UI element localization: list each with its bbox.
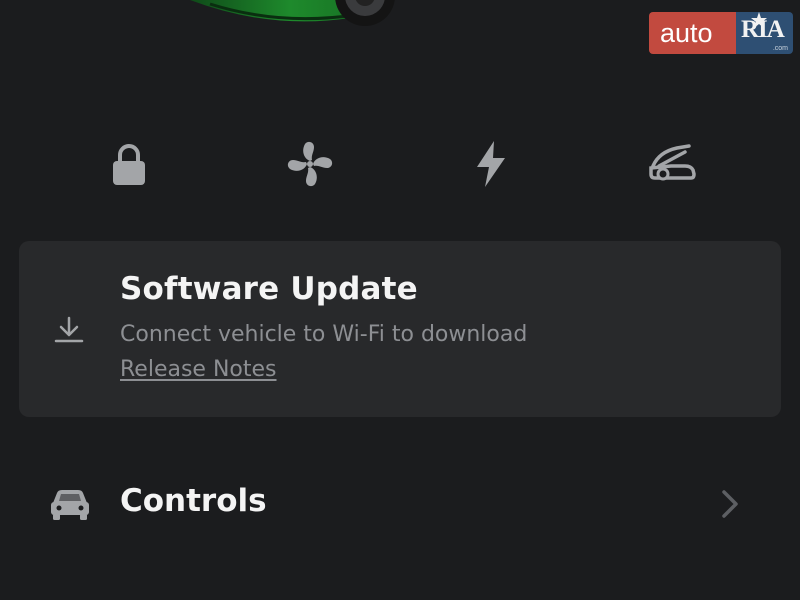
- download-icon: [54, 316, 84, 343]
- release-notes-link[interactable]: Release Notes: [120, 357, 277, 382]
- watermark-logo: auto RIA .com: [649, 12, 793, 54]
- watermark-auto-text: auto: [649, 12, 736, 54]
- watermark-ria-block: RIA .com: [736, 12, 793, 54]
- watermark-ria-text: RIA: [741, 16, 785, 43]
- car-icon: [51, 490, 89, 520]
- frunk-button[interactable]: [642, 136, 702, 192]
- lock-icon: [113, 144, 145, 185]
- lightning-bolt-icon: [477, 141, 505, 187]
- software-update-card[interactable]: Software Update Connect vehicle to Wi-Fi…: [19, 241, 781, 417]
- software-update-subtitle: Connect vehicle to Wi-Fi to download: [120, 322, 528, 347]
- app-screen: auto RIA .com Software Update Connect ve…: [0, 0, 800, 600]
- vehicle-image: [190, 0, 395, 26]
- quick-controls-bar: [0, 136, 800, 192]
- software-update-title: Software Update: [120, 271, 418, 307]
- frunk-icon: [649, 144, 696, 181]
- watermark-domain-text: .com: [772, 45, 788, 52]
- controls-label: Controls: [120, 483, 267, 519]
- lock-button[interactable]: [99, 136, 159, 192]
- charge-button[interactable]: [461, 136, 521, 192]
- climate-button[interactable]: [280, 136, 340, 192]
- controls-menu-item[interactable]: Controls: [0, 470, 800, 538]
- fan-icon: [287, 141, 333, 187]
- chevron-right-icon: [722, 490, 738, 518]
